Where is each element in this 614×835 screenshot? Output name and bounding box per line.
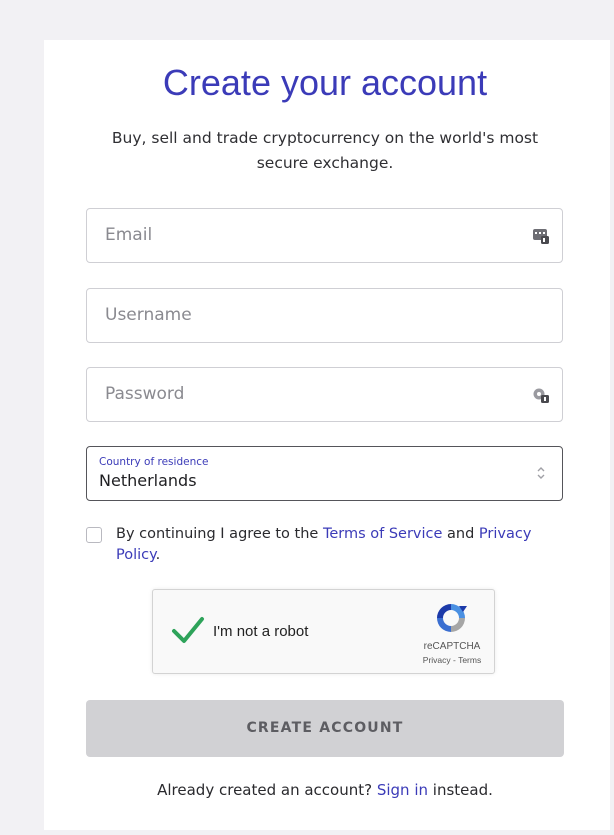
chevron-up-down-icon xyxy=(537,467,545,479)
country-select[interactable]: Country of residence Netherlands xyxy=(86,446,563,501)
keyboard-autofill-icon[interactable] xyxy=(532,227,550,245)
password-field[interactable]: Password xyxy=(86,367,563,422)
sign-in-link[interactable]: Sign in xyxy=(377,781,428,799)
consent-middle: and xyxy=(442,526,479,542)
terms-of-service-link[interactable]: Terms of Service xyxy=(323,526,442,542)
email-placeholder: Email xyxy=(105,225,153,245)
terms-checkbox[interactable] xyxy=(86,527,102,543)
email-field[interactable]: Email xyxy=(86,208,563,263)
recaptcha-logo-icon xyxy=(437,604,467,632)
recaptcha-legal-links[interactable]: Privacy - Terms xyxy=(412,655,492,665)
country-label: Country of residence xyxy=(99,456,209,468)
signin-prefix: Already created an account? xyxy=(157,781,377,799)
recaptcha-brand: reCAPTCHA xyxy=(423,641,481,652)
checkmark-icon[interactable] xyxy=(171,615,205,645)
page-subtitle: Buy, sell and trade cryptocurrency on th… xyxy=(111,129,539,172)
page-title: Create your account xyxy=(162,62,488,103)
recaptcha-label: I'm not a robot xyxy=(213,623,309,640)
username-field[interactable]: Username xyxy=(86,288,563,343)
consent-text: By continuing I agree to the Terms of Se… xyxy=(116,524,536,566)
consent-suffix: . xyxy=(155,547,161,563)
consent-prefix: By continuing I agree to the xyxy=(116,526,323,542)
password-key-icon[interactable] xyxy=(532,386,550,404)
signup-page: Create your account Buy, sell and trade … xyxy=(0,0,614,835)
username-placeholder: Username xyxy=(105,305,192,325)
create-account-button[interactable]: CREATE ACCOUNT xyxy=(86,700,564,757)
country-value: Netherlands xyxy=(99,471,197,490)
password-placeholder: Password xyxy=(105,384,185,404)
recaptcha-widget: I'm not a robot reCAPTCHA Privacy - Term… xyxy=(152,589,495,674)
signin-prompt: Already created an account? Sign in inst… xyxy=(86,781,564,799)
signin-suffix: instead. xyxy=(428,781,493,799)
